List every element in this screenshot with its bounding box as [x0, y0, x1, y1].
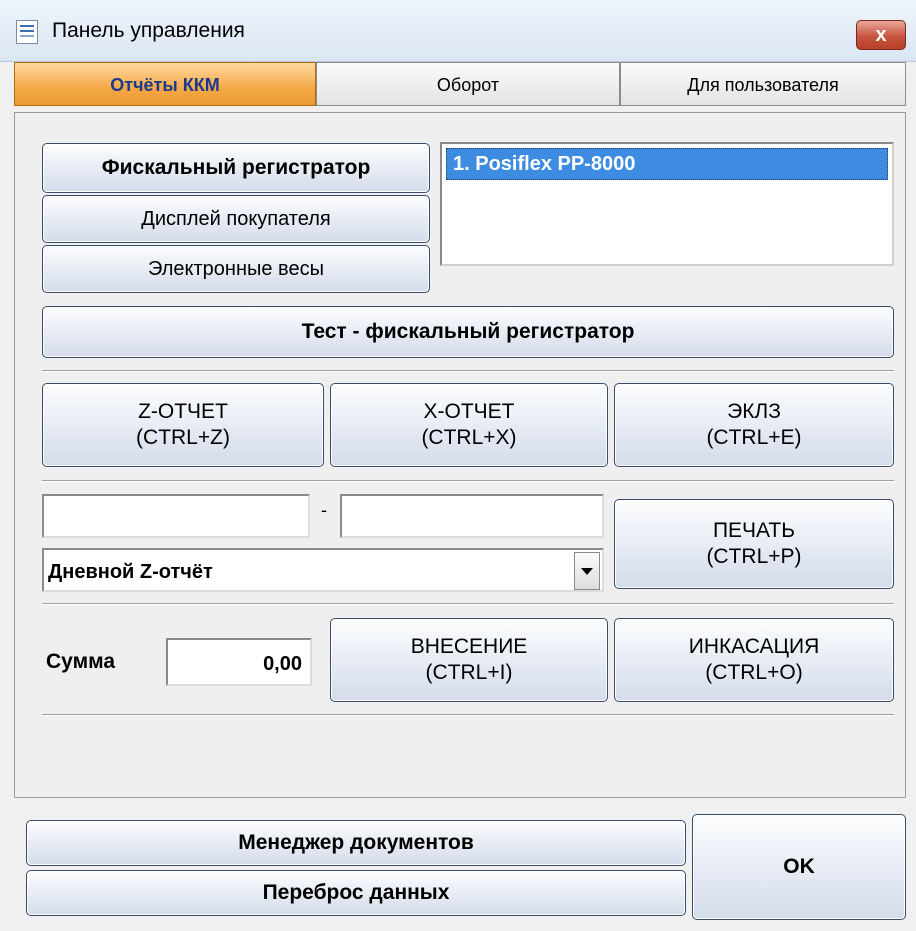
z-report-button[interactable]: Z-ОТЧЕТ (CTRL+Z) — [42, 383, 324, 467]
cash-in-shortcut: (CTRL+I) — [425, 661, 513, 684]
electronic-scales-button[interactable]: Электронные весы — [42, 245, 430, 293]
divider — [42, 480, 894, 482]
sum-value: 0,00 — [263, 653, 302, 675]
sum-input[interactable]: 0,00 — [166, 638, 312, 686]
document-icon — [16, 20, 38, 44]
device-list[interactable]: 1. Posiflex PP-8000 — [440, 142, 894, 266]
customer-display-button[interactable]: Дисплей покупателя — [42, 195, 430, 243]
print-shortcut: (CTRL+P) — [706, 545, 802, 568]
eklz-button[interactable]: ЭКЛЗ (CTRL+E) — [614, 383, 894, 467]
x-report-button[interactable]: X-ОТЧЕТ (CTRL+X) — [330, 383, 608, 467]
range-from-input[interactable] — [42, 494, 310, 538]
device-list-item[interactable]: 1. Posiflex PP-8000 — [446, 148, 888, 180]
close-button[interactable]: x — [856, 20, 906, 50]
cash-out-shortcut: (CTRL+O) — [705, 661, 803, 684]
sum-label: Сумма — [46, 650, 116, 673]
report-type-select[interactable]: Дневной Z-отчёт — [42, 548, 604, 592]
chevron-down-icon[interactable] — [574, 552, 600, 590]
report-type-value: Дневной Z-отчёт — [48, 561, 213, 583]
cash-out-label: ИНКАСАЦИЯ — [688, 634, 820, 658]
cash-out-button[interactable]: ИНКАСАЦИЯ (CTRL+O) — [614, 618, 894, 702]
z-report-shortcut: (CTRL+Z) — [136, 426, 230, 449]
x-report-shortcut: (CTRL+X) — [421, 426, 517, 449]
document-manager-button[interactable]: Менеджер документов — [26, 820, 686, 866]
z-report-label: Z-ОТЧЕТ — [138, 399, 228, 423]
x-report-label: X-ОТЧЕТ — [423, 399, 515, 423]
divider — [42, 370, 894, 372]
cash-in-button[interactable]: ВНЕСЕНИЕ (CTRL+I) — [330, 618, 608, 702]
range-to-input[interactable] — [340, 494, 604, 538]
window-title: Панель управления — [52, 19, 245, 42]
data-transfer-button[interactable]: Переброс данных — [26, 870, 686, 916]
divider — [42, 714, 894, 716]
cash-in-label: ВНЕСЕНИЕ — [410, 634, 528, 658]
eklz-shortcut: (CTRL+E) — [706, 426, 802, 449]
ok-button[interactable]: OK — [692, 814, 906, 920]
divider — [42, 603, 894, 605]
range-separator: - — [321, 500, 327, 520]
tab-for-user[interactable]: Для пользователя — [620, 62, 906, 106]
title-bar: Панель управления x — [0, 0, 916, 62]
test-fiscal-button[interactable]: Тест - фискальный регистратор — [42, 306, 894, 358]
print-button[interactable]: ПЕЧАТЬ (CTRL+P) — [614, 499, 894, 589]
fiscal-registrator-button[interactable]: Фискальный регистратор — [42, 143, 430, 193]
tab-kkm-reports[interactable]: Отчёты ККМ — [14, 62, 316, 106]
eklz-label: ЭКЛЗ — [727, 399, 781, 423]
tab-turnover[interactable]: Оборот — [316, 62, 620, 106]
print-label: ПЕЧАТЬ — [712, 518, 796, 542]
